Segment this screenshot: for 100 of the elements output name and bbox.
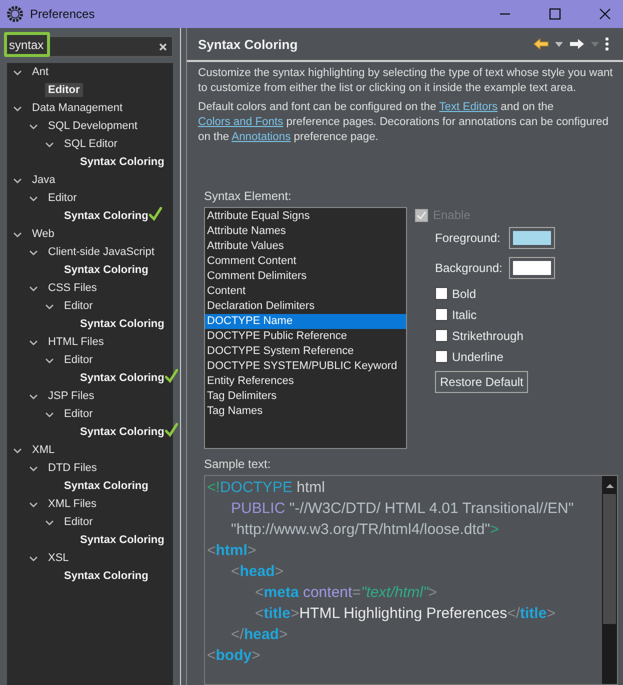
tree-item[interactable]: Ant bbox=[29, 65, 52, 79]
list-item[interactable]: Attribute Names bbox=[205, 224, 406, 239]
color-label: Background: bbox=[435, 261, 503, 275]
chevron-down-icon[interactable] bbox=[29, 554, 38, 562]
description-text: Default colors and font can be configured on the Text Editors and on the Colors and Fonts preference pages. Decorations for annotations can be configured on the Annotations preference page. bbox=[198, 100, 610, 145]
tree-item[interactable]: Editor bbox=[61, 299, 96, 313]
checkbox-label: Bold bbox=[452, 286, 476, 300]
syntax-element-list[interactable] bbox=[204, 207, 407, 449]
list-item[interactable]: Attribute Equal Signs bbox=[205, 209, 406, 224]
tree-item[interactable]: Syntax Coloring bbox=[77, 155, 168, 169]
description-text: Customize the syntax highlighting by selecting the type of text whose style you want to customize from either the list or clicking on it inside the example text area. bbox=[198, 66, 614, 96]
maximize-icon[interactable] bbox=[549, 8, 561, 20]
sample-label: Sample text: bbox=[204, 457, 272, 471]
tree-item[interactable]: Editor bbox=[61, 515, 96, 529]
code-line: <title>HTML Highlighting Preferences</title> bbox=[255, 604, 556, 624]
window-title: Preferences bbox=[30, 7, 95, 21]
chevron-down-icon[interactable] bbox=[29, 122, 38, 130]
link[interactable]: Annotations bbox=[232, 131, 291, 143]
chevron-down-icon[interactable] bbox=[29, 464, 38, 472]
list-item[interactable]: Comment Content bbox=[205, 254, 406, 269]
color-picker-button[interactable] bbox=[509, 257, 555, 279]
chevron-down-icon[interactable] bbox=[13, 446, 22, 454]
list-item[interactable]: Declaration Delimiters bbox=[205, 299, 406, 314]
restore-default-button[interactable]: Restore Default bbox=[435, 371, 528, 393]
tree-item[interactable]: Web bbox=[29, 227, 58, 241]
tree-item[interactable]: Editor bbox=[45, 83, 83, 97]
scroll-up-icon[interactable] bbox=[606, 484, 614, 488]
chevron-down-icon[interactable] bbox=[13, 68, 22, 76]
code-line: PUBLIC "-//W3C/DTD/ HTML 4.01 Transitional//EN" bbox=[231, 499, 575, 519]
tree-item[interactable]: Editor bbox=[61, 353, 96, 367]
scroll-thumb[interactable] bbox=[603, 494, 616, 624]
list-item[interactable]: Comment Delimiters bbox=[205, 269, 406, 284]
tree-item[interactable]: CSS Files bbox=[45, 281, 100, 295]
tree-item[interactable]: Syntax Coloring bbox=[77, 371, 168, 385]
tree-item[interactable]: SQL Editor bbox=[61, 137, 120, 151]
tree-item[interactable]: Data Management bbox=[29, 101, 126, 115]
color-label: Foreground: bbox=[435, 231, 502, 245]
chevron-down-icon[interactable] bbox=[29, 392, 38, 400]
search-field[interactable]: syntax bbox=[4, 32, 50, 57]
chevron-down-icon[interactable] bbox=[29, 194, 38, 202]
chevron-down-icon[interactable] bbox=[29, 284, 38, 292]
tree-item[interactable]: Java bbox=[29, 173, 58, 187]
chevron-down-icon[interactable] bbox=[13, 104, 22, 112]
scrollbar[interactable] bbox=[602, 476, 617, 684]
tree-item[interactable]: Syntax Coloring bbox=[61, 209, 152, 223]
chevron-down-icon[interactable] bbox=[45, 140, 54, 148]
gear-icon bbox=[6, 5, 24, 23]
list-label: Syntax Element: bbox=[204, 189, 292, 203]
tree-item[interactable]: XML Files bbox=[45, 497, 100, 511]
list-item[interactable]: Tag Names bbox=[205, 404, 406, 419]
checkbox[interactable] bbox=[435, 329, 448, 342]
checkbox[interactable] bbox=[435, 350, 448, 363]
chevron-down-icon[interactable] bbox=[29, 248, 38, 256]
checkbox[interactable] bbox=[435, 287, 448, 300]
color-picker-button[interactable] bbox=[509, 227, 555, 249]
list-item[interactable]: Tag Delimiters bbox=[205, 389, 406, 404]
clear-icon[interactable] bbox=[159, 42, 167, 50]
tree-item[interactable]: XSL bbox=[45, 551, 72, 565]
tree-item[interactable]: DTD Files bbox=[45, 461, 100, 475]
tree-item[interactable]: XML bbox=[29, 443, 58, 457]
close-icon[interactable] bbox=[599, 8, 611, 20]
tree-item[interactable]: Syntax Coloring bbox=[61, 569, 152, 583]
chevron-down-icon[interactable] bbox=[45, 356, 54, 364]
chevron-down-icon[interactable] bbox=[45, 302, 54, 310]
chevron-down-icon[interactable] bbox=[45, 410, 54, 418]
tree-item[interactable]: Client-side JavaScript bbox=[45, 245, 158, 259]
chevron-down-icon[interactable] bbox=[29, 500, 38, 508]
list-item[interactable]: DOCTYPE SYSTEM/PUBLIC Keyword bbox=[205, 359, 406, 374]
list-item[interactable]: Attribute Values bbox=[205, 239, 406, 254]
chevron-down-icon[interactable] bbox=[29, 338, 38, 346]
link[interactable]: Colors and Fonts bbox=[198, 116, 284, 128]
list-item[interactable]: DOCTYPE System Reference bbox=[205, 344, 406, 359]
tree-item[interactable]: Syntax Coloring bbox=[77, 317, 168, 331]
checkbox-label: Underline bbox=[452, 350, 504, 364]
code-line: <!DOCTYPE html bbox=[207, 478, 326, 498]
list-item[interactable]: DOCTYPE Name bbox=[205, 314, 406, 329]
tree-item[interactable]: Editor bbox=[45, 191, 80, 205]
code-line: "http://www.w3.org/TR/html4/loose.dtd"> bbox=[231, 520, 500, 540]
list-item[interactable]: Entity References bbox=[205, 374, 406, 389]
tree-item[interactable]: SQL Development bbox=[45, 119, 140, 133]
tree-item[interactable]: Syntax Coloring bbox=[61, 479, 152, 493]
tree-item[interactable]: Syntax Coloring bbox=[61, 263, 152, 277]
link[interactable]: Text Editors bbox=[439, 101, 498, 113]
tree-item[interactable]: Syntax Coloring bbox=[77, 425, 168, 439]
forward-arrow-icon[interactable] bbox=[569, 38, 585, 50]
tree-item[interactable]: JSP Files bbox=[45, 389, 98, 403]
checkbox[interactable] bbox=[435, 308, 448, 321]
tree-item[interactable]: HTML Files bbox=[45, 335, 107, 349]
more-icon[interactable] bbox=[605, 37, 609, 51]
back-arrow-icon[interactable] bbox=[533, 38, 549, 50]
chevron-down-icon[interactable] bbox=[45, 518, 54, 526]
chevron-down-icon[interactable] bbox=[13, 176, 22, 184]
list-item[interactable]: Content bbox=[205, 284, 406, 299]
list-item[interactable]: DOCTYPE Public Reference bbox=[205, 329, 406, 344]
tree-item[interactable]: Editor bbox=[61, 407, 96, 421]
code-line: </head> bbox=[231, 625, 289, 645]
page-title: Syntax Coloring bbox=[198, 36, 298, 52]
tree-item[interactable]: Syntax Coloring bbox=[77, 533, 168, 547]
dropdown-icon[interactable] bbox=[555, 42, 563, 46]
chevron-down-icon[interactable] bbox=[13, 230, 22, 238]
